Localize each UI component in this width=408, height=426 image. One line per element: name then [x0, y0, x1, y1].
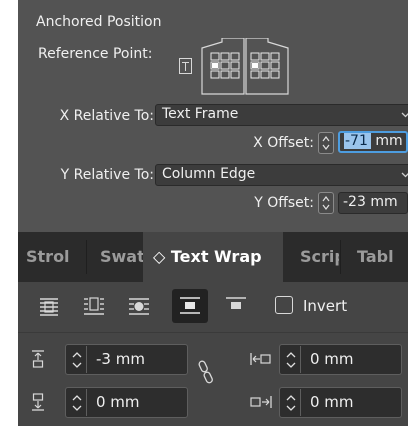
y-offset-stepper[interactable] — [318, 192, 334, 214]
right-offset-value: 0 mm — [310, 393, 354, 411]
no-text-wrap-button[interactable] — [31, 289, 67, 323]
chevron-down-icon — [401, 112, 408, 118]
top-offset-icon — [32, 350, 44, 368]
bottom-offset-value: 0 mm — [96, 393, 140, 411]
reference-point-label: Reference Point: — [38, 46, 153, 62]
bottom-offset-stepper[interactable] — [67, 389, 87, 416]
stepper-arrows-icon — [286, 395, 296, 411]
section-title: Anchored Position — [36, 14, 162, 30]
y-relative-to-dropdown[interactable]: Column Edge — [155, 164, 408, 186]
tab-stroke[interactable]: Strol — [18, 232, 76, 282]
x-offset-label: X Offset: — [253, 135, 314, 151]
jump-object-icon — [180, 297, 200, 314]
right-offset-stepper[interactable] — [281, 389, 301, 416]
tab-swatches[interactable]: Swat — [87, 232, 143, 282]
reference-point-proxy[interactable] — [198, 38, 308, 96]
x-offset-stepper[interactable] — [318, 132, 334, 154]
y-offset-input[interactable]: -23 mm — [338, 192, 408, 214]
top-offset-stepper[interactable] — [67, 346, 87, 373]
left-offset-icon — [250, 353, 271, 365]
wrap-around-object-shape-button[interactable] — [121, 289, 157, 323]
x-relative-to-value: Text Frame — [162, 106, 239, 122]
x-relative-to-dropdown[interactable]: Text Frame — [155, 104, 408, 126]
link-settings-icon[interactable] — [197, 359, 215, 385]
x-offset-value: -71 — [344, 133, 371, 149]
invert-checkbox[interactable] — [275, 296, 293, 314]
jump-to-next-column-icon — [226, 297, 246, 309]
wrap-around-bounding-box-button[interactable] — [76, 289, 112, 323]
bounding-box-wrap-icon — [84, 297, 104, 315]
chevron-down-icon — [401, 172, 408, 178]
right-offset-field[interactable]: 0 mm — [279, 387, 402, 418]
panel-tab-bar: Strol Swat ◇ Text Wrap Scrip Tabl — [18, 232, 408, 282]
left-offset-value: 0 mm — [310, 350, 354, 368]
tab-text-wrap[interactable]: ◇ Text Wrap — [143, 232, 283, 282]
tab-tables[interactable]: Tabl — [341, 232, 408, 282]
bottom-offset-field[interactable]: 0 mm — [65, 387, 188, 418]
stepper-arrows-icon — [322, 196, 330, 210]
stepper-arrows-icon — [72, 352, 82, 368]
x-relative-to-label: X Relative To: — [59, 108, 154, 124]
anchored-position-panel: Anchored Position Reference Point: X Rel… — [18, 0, 408, 232]
left-offset-field[interactable]: 0 mm — [279, 344, 402, 375]
stepper-arrows-icon — [322, 136, 330, 150]
object-shape-wrap-icon — [129, 298, 149, 315]
y-relative-to-label: Y Relative To: — [60, 167, 154, 183]
invert-label: Invert — [303, 297, 348, 315]
y-relative-to-value: Column Edge — [162, 166, 256, 182]
top-offset-value: -3 mm — [96, 350, 145, 368]
stepper-arrows-icon — [72, 395, 82, 411]
left-offset-stepper[interactable] — [281, 346, 301, 373]
x-offset-unit: mm — [370, 133, 403, 149]
jump-to-next-column-button[interactable] — [218, 289, 254, 323]
bottom-offset-icon — [32, 393, 44, 411]
anchor-reference-icon — [179, 58, 192, 74]
x-offset-input[interactable]: -71 mm — [338, 131, 408, 153]
section-divider — [18, 332, 408, 333]
top-offset-field[interactable]: -3 mm — [65, 344, 188, 375]
right-offset-icon — [250, 396, 272, 408]
stepper-arrows-icon — [286, 352, 296, 368]
no-wrap-icon — [40, 298, 58, 316]
jump-object-button[interactable] — [172, 289, 208, 323]
y-offset-label: Y Offset: — [254, 195, 314, 211]
tab-scripts[interactable]: Scrip — [283, 232, 339, 282]
